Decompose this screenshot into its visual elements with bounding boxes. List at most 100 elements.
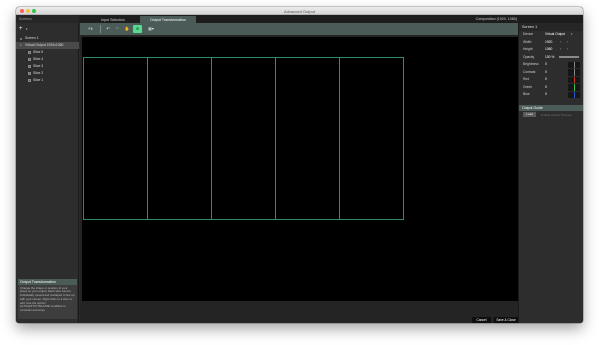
increment-icon[interactable]: › [567, 39, 568, 47]
undo-icon[interactable]: ↶ [104, 25, 112, 33]
output-canvas[interactable] [82, 37, 518, 301]
sidebar-header: Screens [16, 15, 79, 23]
list-item-slice-1[interactable]: Slice 1 [16, 77, 79, 84]
output-guide-row: Load Enable Output Preview [519, 111, 583, 119]
list-item-label: Slice 2 [33, 71, 44, 75]
help-text: Change the shape or position of your sli… [20, 285, 75, 313]
slider-handle[interactable] [573, 61, 575, 68]
slice-icon [28, 51, 31, 54]
composition-size: Composition (1920, 1080) [475, 17, 517, 21]
transform-tool-icon[interactable]: ⊕ [133, 25, 142, 33]
opacity-slider-fill [559, 56, 579, 58]
device-row: Device Virtual Output ▾ [519, 31, 583, 39]
green-row: Green 0 [519, 84, 583, 92]
slice-outline-2[interactable] [147, 57, 212, 220]
list-item-label: Slice 1 [33, 78, 44, 82]
brightness-slider[interactable] [568, 61, 580, 68]
fit-button[interactable]: Fit [86, 25, 95, 33]
slider-handle[interactable] [573, 69, 575, 76]
device-select[interactable]: Virtual Output [545, 31, 578, 39]
green-value[interactable]: 0 [545, 84, 547, 92]
width-row: Width 1920 ‹ › [519, 39, 583, 47]
red-slider[interactable] [568, 76, 580, 83]
enable-output-preview-toggle[interactable]: Enable Output Preview [541, 113, 572, 117]
blue-slider[interactable] [568, 91, 580, 98]
device-label: Device [523, 32, 534, 36]
slice-icon [28, 72, 31, 75]
list-item-slice-2[interactable]: Slice 2 [16, 70, 79, 77]
list-item-virtual-output[interactable]: ▾ Virtual Output 1920x1080 [16, 42, 79, 49]
load-guide-button[interactable]: Load [523, 112, 536, 117]
disclosure-triangle-icon[interactable]: ▾ [20, 42, 22, 49]
list-item-label: Slice 5 [33, 50, 44, 54]
blue-value[interactable]: 0 [545, 91, 547, 99]
brightness-label: Brightness [523, 62, 539, 66]
decrement-icon[interactable]: ‹ [560, 46, 561, 54]
tab-output-transformation[interactable]: Output Transformation [140, 16, 196, 23]
tab-input-selection[interactable]: Input Selection [86, 16, 140, 23]
list-item-label: Slice 4 [33, 57, 44, 61]
list-item-label: Slice 3 [33, 64, 44, 68]
increment-icon[interactable]: › [567, 46, 568, 54]
app-window: Advanced Output Screens Input Selection … [16, 7, 583, 323]
list-item-slice-3[interactable]: Slice 3 [16, 63, 79, 70]
slice-outline-3[interactable] [211, 57, 276, 220]
properties-panel: Screen 1 Device Virtual Output ▾ Width 1… [518, 23, 583, 323]
chevron-down-icon[interactable]: ▾ [26, 27, 28, 31]
screens-sidebar: + ▾ Screen 1 ▾ Virtual Output 1920x1080 … [16, 23, 79, 323]
editor-area: Fit ↶ ↷ ✋ ⊕ ▦▾ Cancel Save & Close [80, 23, 518, 323]
tab-bar: Screens Input Selection Output Transform… [16, 15, 583, 23]
contrast-value[interactable]: 0 [545, 69, 547, 77]
opacity-value: 100 % [545, 54, 555, 59]
opacity-slider[interactable] [559, 56, 579, 58]
help-panel: Output Transformation Change the shape o… [18, 279, 77, 319]
blue-row: Blue 0 [519, 91, 583, 99]
list-item-slice-4[interactable]: Slice 4 [16, 56, 79, 63]
height-field[interactable]: 1080 [545, 46, 552, 54]
slider-handle[interactable] [573, 84, 575, 91]
title-bar: Advanced Output [16, 7, 583, 15]
green-label: Green [523, 84, 533, 89]
red-row: Red 0 [519, 76, 583, 84]
slice-icon [28, 79, 31, 82]
decrement-icon[interactable]: ‹ [560, 39, 561, 47]
slice-outline-5[interactable] [339, 57, 404, 220]
window-title: Advanced Output [284, 8, 315, 14]
brightness-row: Brightness 0 [519, 61, 583, 69]
screen-bullet-icon [20, 37, 22, 40]
grid-menu-icon[interactable]: ▦▾ [145, 25, 157, 33]
contrast-row: Contrast 0 [519, 69, 583, 77]
width-field[interactable]: 1920 [545, 39, 552, 47]
red-label: Red [523, 77, 530, 81]
height-label: Height [523, 47, 533, 51]
list-item-label: Virtual Output 1920x1080 [25, 43, 64, 47]
slider-handle[interactable] [573, 76, 575, 83]
opacity-label: Opacity [523, 54, 535, 59]
slice-outline-1[interactable] [83, 57, 148, 220]
green-slider[interactable] [568, 84, 580, 91]
redo-icon[interactable]: ↷ [113, 25, 121, 33]
width-label: Width [523, 39, 532, 44]
cancel-button[interactable]: Cancel [472, 317, 491, 323]
height-row: Height 1080 ‹ › [519, 46, 583, 54]
slider-handle[interactable] [573, 91, 575, 98]
save-and-close-button[interactable]: Save & Close [494, 317, 518, 323]
toolbar-divider [100, 25, 101, 33]
hand-tool-icon[interactable]: ✋ [123, 25, 131, 33]
list-item-screen-1[interactable]: Screen 1 [16, 35, 79, 42]
brightness-value[interactable]: 0 [545, 61, 547, 69]
red-value[interactable]: 0 [545, 76, 547, 84]
chevron-down-icon[interactable]: ▾ [571, 31, 573, 39]
list-item-label: Screen 1 [25, 36, 39, 40]
screen-list: Screen 1 ▾ Virtual Output 1920x1080 Slic… [16, 35, 79, 84]
list-item-slice-5[interactable]: Slice 5 [16, 49, 79, 56]
properties-title: Screen 1 [519, 23, 583, 31]
contrast-label: Contrast [523, 69, 536, 74]
blue-label: Blue [523, 92, 530, 96]
opacity-row: Opacity 100 % [519, 54, 583, 62]
contrast-slider[interactable] [568, 69, 580, 76]
slice-outline-4[interactable] [275, 57, 340, 220]
slice-icon [28, 58, 31, 61]
editor-toolbar: Fit ↶ ↷ ✋ ⊕ ▦▾ [80, 23, 518, 35]
slice-icon [28, 65, 31, 68]
